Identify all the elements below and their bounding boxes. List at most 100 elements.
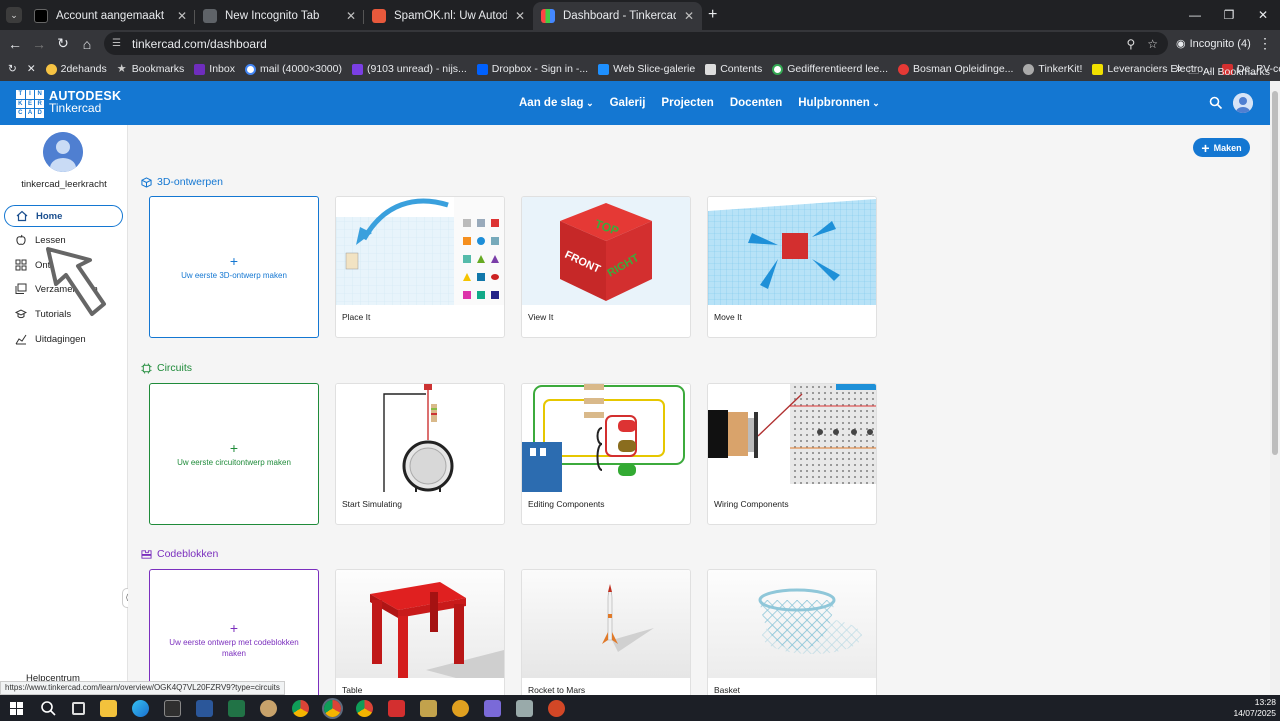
search-icon[interactable]	[40, 700, 57, 717]
address-bar[interactable]: ☰ tinkercad.com/dashboard ⚲ ☆	[104, 32, 1168, 55]
browser-tab[interactable]: Account aangemaakt ✕	[26, 2, 195, 30]
nav-galerij[interactable]: Galerij	[610, 97, 646, 109]
chip-icon	[141, 362, 152, 374]
acrobat-icon[interactable]	[387, 699, 405, 717]
sidebar-item-label: Home	[36, 210, 63, 222]
nav-aan-de-slag[interactable]: Aan de slag	[519, 97, 594, 109]
new-codeblocks-design-card[interactable]: + Uw eerste ontwerp met codeblokken make…	[149, 569, 319, 695]
new-circuit-design-card[interactable]: + Uw eerste circuitontwerp maken	[149, 383, 319, 525]
powerpoint-icon[interactable]	[547, 699, 565, 717]
app-store-icon[interactable]	[163, 699, 181, 717]
reload-icon[interactable]: ↻	[51, 35, 75, 52]
file-explorer-icon[interactable]	[99, 699, 117, 717]
user-avatar[interactable]	[43, 132, 83, 172]
home-icon[interactable]: ⌂	[75, 36, 99, 52]
bookmark-star-icon[interactable]: ☆	[1147, 37, 1158, 51]
windows-start-icon[interactable]	[8, 700, 25, 717]
close-icon[interactable]: ✕	[346, 9, 356, 23]
browser-tab[interactable]: New Incognito Tab ✕	[195, 2, 364, 30]
new-tab-button[interactable]: +	[708, 6, 717, 24]
nav-hulpbronnen[interactable]: Hulpbronnen	[798, 97, 880, 109]
app-icon[interactable]	[483, 699, 501, 717]
excel-icon[interactable]	[227, 699, 245, 717]
web-slice-icon	[598, 63, 610, 75]
bookmark-item[interactable]: Gedifferentieerd lee...	[772, 63, 888, 75]
close-icon[interactable]: ✕	[515, 9, 525, 23]
system-clock[interactable]: 13:28 14/07/2025	[1233, 697, 1276, 719]
folder-icon: 🗀	[1188, 65, 1199, 77]
section-title-circuits[interactable]: Circuits	[141, 362, 192, 374]
maken-button[interactable]: + Maken	[1193, 138, 1250, 157]
reload-icon[interactable]: ↻	[8, 63, 17, 75]
chrome-profile-icon[interactable]	[355, 699, 373, 717]
forward-icon[interactable]: →	[27, 36, 51, 52]
zoom-icon[interactable]: ⚲	[1126, 37, 1135, 51]
lesson-card-start-simulating[interactable]: Start Simulating	[335, 383, 505, 525]
task-view-icon[interactable]	[71, 701, 85, 715]
arduino-icon[interactable]	[419, 699, 437, 717]
lesson-card-table[interactable]: Table	[335, 569, 505, 695]
card-title: Place It	[342, 312, 371, 322]
new-3d-design-card[interactable]: + Uw eerste 3D-ontwerp maken	[149, 196, 319, 338]
browser-tab[interactable]: SpamOK.nl: Uw Autodesk-acco ✕	[364, 2, 533, 30]
nav-docenten[interactable]: Docenten	[730, 97, 782, 109]
lesson-card-wiring-components[interactable]: Wiring Components	[707, 383, 877, 525]
section-title-3d[interactable]: 3D-ontwerpen	[141, 176, 223, 188]
minimize-icon[interactable]: —	[1178, 0, 1212, 30]
page-scrollbar[interactable]	[1270, 81, 1280, 695]
word-icon[interactable]	[195, 699, 213, 717]
bookmark-item[interactable]: Inbox	[194, 63, 235, 75]
clock-date: 14/07/2025	[1233, 708, 1276, 718]
restore-icon[interactable]: ❐	[1212, 0, 1246, 30]
lesson-card-view-it[interactable]: TOP FRONT RIGHT View It	[521, 196, 691, 338]
bookmark-item[interactable]: mail (4000×3000)	[244, 63, 342, 75]
browser-tab-active[interactable]: Dashboard - Tinkercad ✕	[533, 2, 702, 30]
lesson-card-editing-components[interactable]: Editing Components	[521, 383, 691, 525]
bookmark-item[interactable]: Web Slice-galerie	[598, 63, 695, 75]
bookmark-item[interactable]: Dropbox - Sign in -...	[476, 63, 588, 75]
site-header: TIN KER CAD AUTODESK Tinkercad Aan de sl…	[0, 81, 1270, 125]
tinkercad-logo[interactable]: TIN KER CAD	[16, 90, 44, 118]
close-window-icon[interactable]: ✕	[1246, 0, 1280, 30]
lesson-card-basket[interactable]: Basket	[707, 569, 877, 695]
brand-name[interactable]: AUTODESK Tinkercad	[49, 90, 121, 114]
tab-search-button[interactable]: ⌄	[6, 7, 22, 23]
lesson-card-move-it[interactable]: Move It	[707, 196, 877, 338]
app-icon[interactable]	[515, 699, 533, 717]
sidebar-item-home[interactable]: Home	[4, 205, 123, 227]
bookmark-item[interactable]: Contents	[705, 63, 762, 75]
more-bookmarks-icon[interactable]: »	[1175, 61, 1182, 75]
nav-projecten[interactable]: Projecten	[661, 97, 713, 109]
bookmark-item[interactable]: TinkerKit!	[1023, 63, 1082, 75]
bookmark-item[interactable]: (9103 unread) - nijs...	[351, 63, 467, 75]
incognito-indicator[interactable]: ◉ Incognito (4)	[1176, 33, 1251, 54]
google-icon	[772, 63, 784, 75]
lesson-card-rocket-to-mars[interactable]: Rocket to Mars	[521, 569, 691, 695]
home-icon	[16, 210, 28, 222]
chrome-incognito-icon[interactable]	[323, 699, 341, 717]
section-title-label: Codeblokken	[157, 548, 219, 560]
user-avatar-button[interactable]	[1233, 93, 1253, 113]
close-icon[interactable]: ✕	[177, 9, 187, 23]
bookmark-item[interactable]: 2dehands	[45, 63, 107, 75]
browser-menu-icon[interactable]: ⋮	[1258, 35, 1272, 52]
all-bookmarks-button[interactable]: 🗀 All Bookmarks	[1188, 63, 1270, 81]
lesson-card-place-it[interactable]: Place It	[335, 196, 505, 338]
bosman-icon	[898, 63, 910, 75]
section-title-codeblokken[interactable]: Codeblokken	[141, 548, 218, 560]
app-icon[interactable]	[451, 699, 469, 717]
site-info-icon[interactable]: ☰	[112, 38, 124, 49]
card-title: Start Simulating	[342, 499, 402, 509]
bookmark-item[interactable]: Bosman Opleidinge...	[898, 63, 1013, 75]
incognito-favicon-icon	[203, 9, 217, 23]
close-icon[interactable]: ✕	[684, 9, 694, 23]
paint-icon[interactable]	[259, 699, 277, 717]
search-icon[interactable]	[1209, 96, 1223, 110]
bookmark-item[interactable]: ★ Bookmarks	[117, 63, 185, 75]
back-icon[interactable]: ←	[3, 36, 27, 52]
plus-icon: +	[229, 252, 239, 269]
sidebar-item-uitdagingen[interactable]: Uitdagingen	[4, 328, 123, 350]
edge-icon[interactable]	[131, 699, 149, 717]
chrome-icon[interactable]	[291, 699, 309, 717]
stop-icon[interactable]: ✕	[27, 63, 36, 75]
